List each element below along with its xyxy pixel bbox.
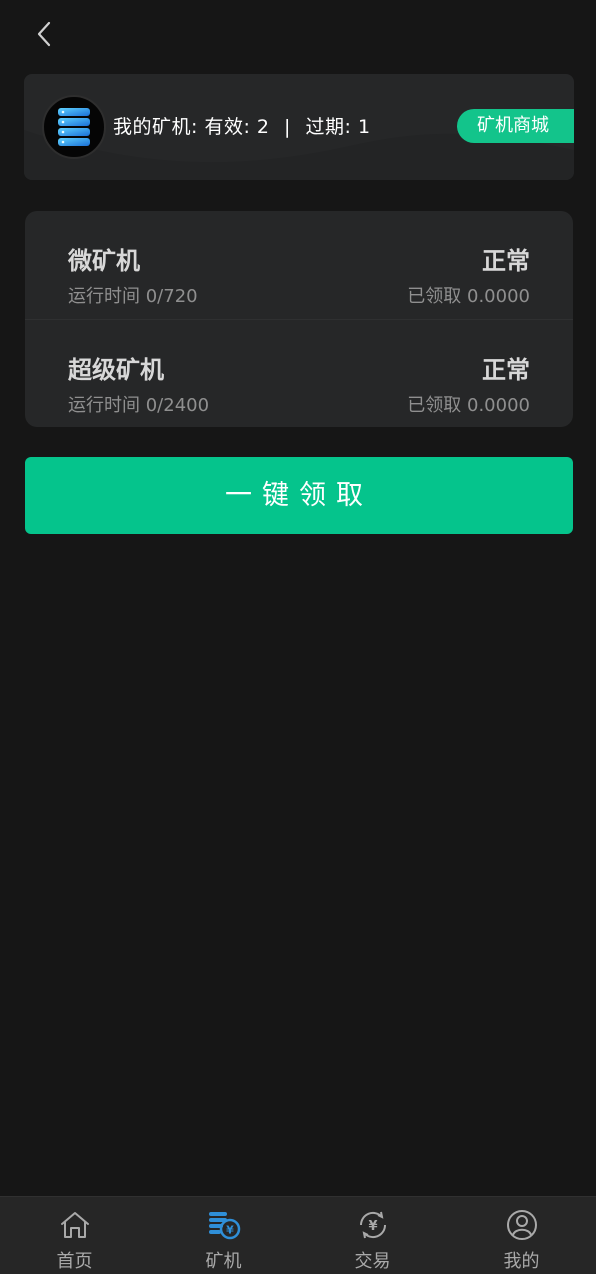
valid-count: 2 [256,116,270,138]
miner-claimed: 已领取 0.0000 [407,395,530,416]
expired-label: 过期: [305,116,352,138]
tab-miner[interactable]: ¥ 矿机 [149,1197,298,1274]
miner-mall-button[interactable]: 矿机商城 [457,109,574,143]
home-icon [57,1207,93,1243]
tab-label: 首页 [56,1251,93,1272]
svg-text:¥: ¥ [368,1219,377,1234]
chevron-left-icon [37,21,51,47]
tab-exchange[interactable]: ¥ 交易 [298,1197,447,1274]
miner-runtime: 运行时间 0/2400 [68,395,210,416]
miner-status: 正常 [482,247,530,275]
user-icon [504,1207,540,1243]
svg-text:¥: ¥ [226,1224,234,1237]
miner-avatar [42,95,106,159]
miner-item-super: 超级矿机 正常 运行时间 0/2400 已领取 0.0000 [25,319,573,427]
miner-list: 微矿机 正常 运行时间 0/720 已领取 0.0000 超级矿机 正常 运行时… [25,211,573,427]
miner-claimed: 已领取 0.0000 [407,286,530,307]
miner-item-micro: 微矿机 正常 运行时间 0/720 已领取 0.0000 [25,211,573,319]
miner-icon: ¥ [206,1207,242,1243]
tab-label: 矿机 [205,1251,242,1272]
miner-status: 正常 [482,356,530,384]
expired-count: 1 [357,116,371,138]
summary-label: 我的矿机: [113,116,198,138]
summary-separator: | [284,116,291,138]
tab-home[interactable]: 首页 [0,1197,149,1274]
tab-mine[interactable]: 我的 [447,1197,596,1274]
server-stack-icon [58,108,90,146]
back-button[interactable] [28,18,60,50]
miner-name: 超级矿机 [68,356,164,384]
claim-all-button[interactable]: 一键领取 [25,457,573,534]
tab-label: 交易 [354,1251,391,1272]
miner-summary-text: 我的矿机: 有效: 2 | 过期: 1 [113,112,371,139]
exchange-icon: ¥ [355,1207,391,1243]
miner-page: 我的矿机: 有效: 2 | 过期: 1 矿机商城 微矿机 正常 运行时间 0/7… [0,0,596,1274]
miner-name: 微矿机 [68,247,140,275]
valid-label: 有效: [204,116,251,138]
miner-runtime: 运行时间 0/720 [68,286,198,307]
tab-label: 我的 [503,1251,540,1272]
bottom-tab-bar: 首页 ¥ 矿机 ¥ 交易 我的 [0,1196,596,1274]
